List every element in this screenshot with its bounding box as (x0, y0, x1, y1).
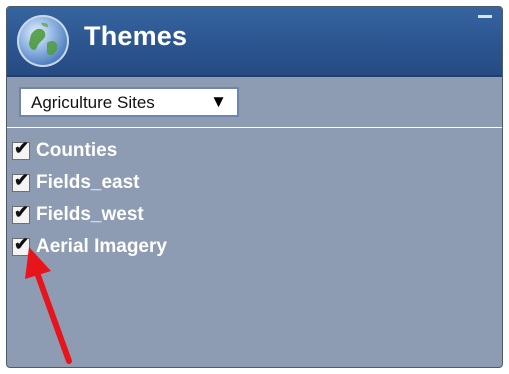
theme-select[interactable]: Agriculture Sites ▼ (19, 87, 239, 117)
layer-item-fields-west[interactable]: ✔ Fields_west (12, 199, 167, 231)
layer-checkbox[interactable]: ✔ (12, 202, 30, 224)
layer-label: Counties (36, 140, 118, 161)
layer-checkbox[interactable]: ✔ (12, 138, 30, 160)
theme-select-value: Agriculture Sites (31, 93, 155, 112)
layer-checkbox[interactable]: ✔ (12, 170, 30, 192)
divider (7, 127, 502, 128)
panel-title: Themes (84, 21, 188, 51)
themes-panel: Themes Agriculture Sites ▼ ✔ Counties ✔ … (6, 6, 503, 368)
arrow-head (25, 247, 51, 279)
layer-label: Fields_east (36, 172, 140, 193)
layer-item-fields-east[interactable]: ✔ Fields_east (12, 167, 167, 199)
checkmark-icon: ✔ (14, 138, 30, 158)
minimize-icon[interactable] (478, 15, 492, 18)
checkmark-icon: ✔ (14, 170, 30, 190)
checkmark-icon: ✔ (14, 202, 30, 222)
chevron-down-icon: ▼ (210, 92, 227, 111)
panel-header: Themes (7, 7, 502, 77)
arrow-shaft (32, 264, 72, 364)
layer-label: Fields_west (36, 204, 144, 225)
red-arrow-annotation (25, 247, 72, 364)
theme-select-wrapper: Agriculture Sites ▼ (19, 87, 239, 117)
layer-item-counties[interactable]: ✔ Counties (12, 135, 167, 167)
globe-icon (17, 15, 69, 67)
